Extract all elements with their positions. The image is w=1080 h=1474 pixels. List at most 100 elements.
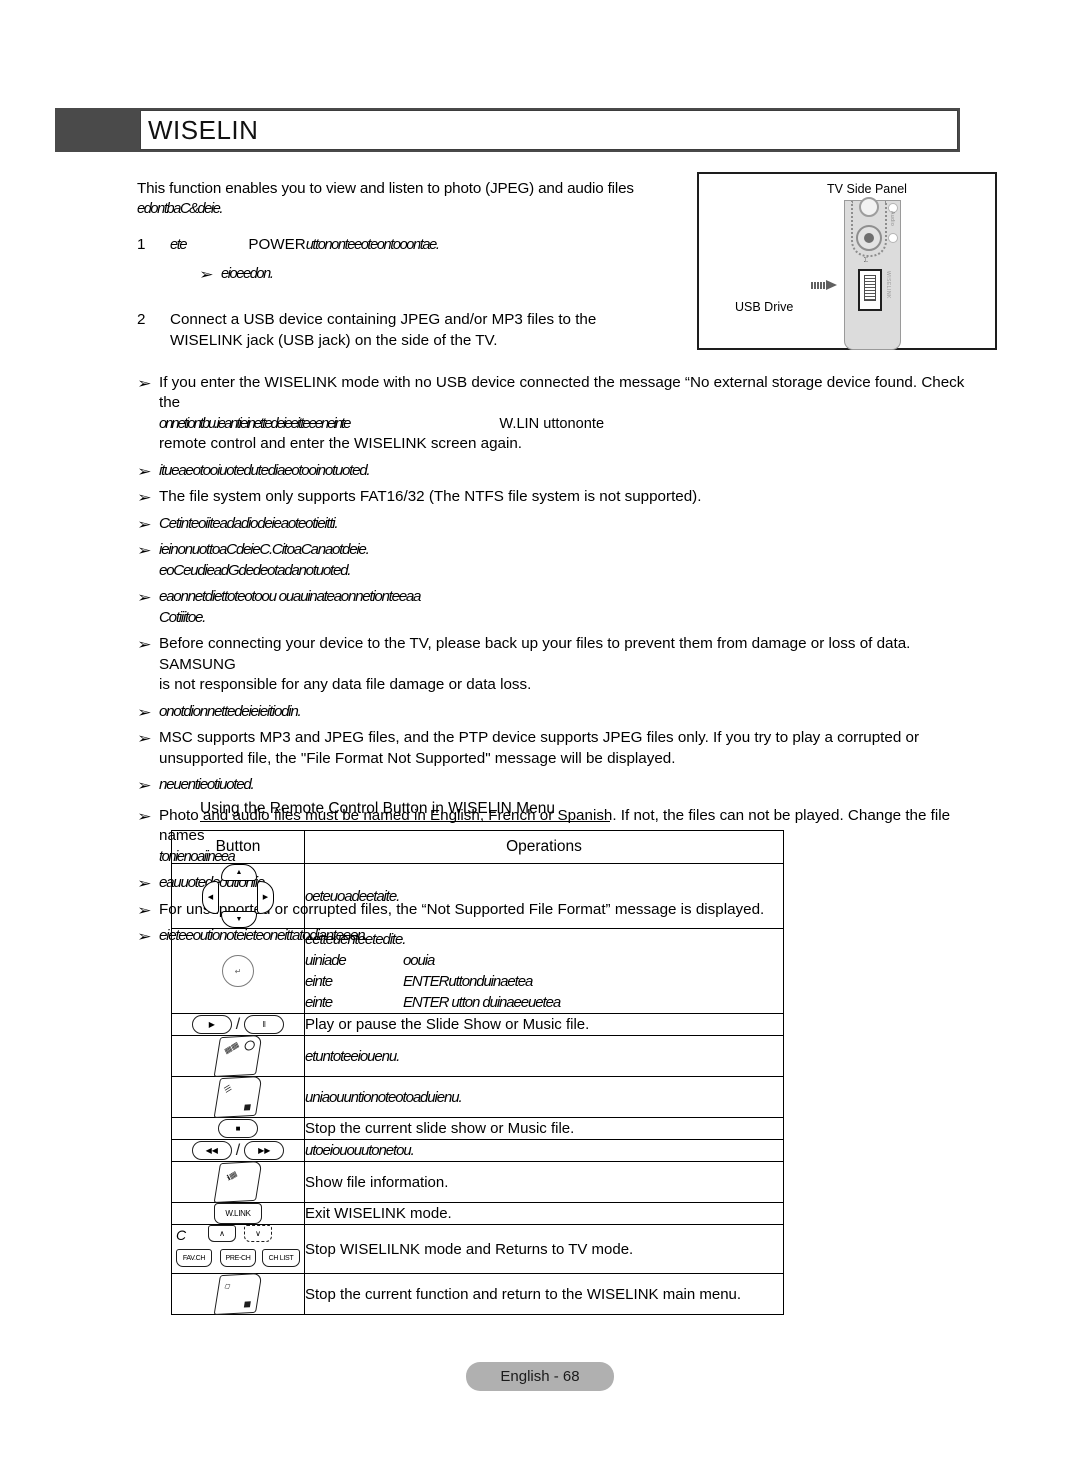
rewind-fastforward-icon[interactable]: ◀◀ / ▶▶ bbox=[172, 1141, 304, 1160]
operation-text: uniaouuntionoteotoaduienu. bbox=[304, 1076, 784, 1118]
stop-icon[interactable]: ■ bbox=[218, 1119, 258, 1138]
table-row: C ∧ ∨ FAV.CH PRE-CH CH LIST Stop WISELIL… bbox=[171, 1224, 784, 1274]
note-line: Before connecting your device to the TV,… bbox=[159, 635, 911, 673]
tools-key-circle-glyph bbox=[243, 1040, 256, 1051]
page-header-inner bbox=[140, 110, 958, 150]
step-2-body: Connect a USB device containing JPEG and… bbox=[170, 309, 977, 351]
note-line: eoCeudieadGdedeotadanotuoted. bbox=[159, 561, 351, 579]
note-body: Cetinteoiiteadadiodeieaoteotieitti. bbox=[159, 514, 339, 532]
bullet-arrow-icon: ➢ bbox=[137, 515, 152, 532]
wlink-key-icon-cell: W.LINK bbox=[171, 1202, 305, 1225]
note-body: neuentieotiuoted. bbox=[159, 776, 255, 793]
dpad-right-arrow-icon[interactable]: ▶ bbox=[257, 881, 274, 914]
step-2-line-2: WISELINK jack (USB jack) on the side of … bbox=[170, 331, 498, 349]
fav-ch-button[interactable]: FAV.CH bbox=[176, 1249, 212, 1267]
table-header-operations: Operations bbox=[304, 830, 784, 864]
channel-keys-icon-cell: C ∧ ∨ FAV.CH PRE-CH CH LIST bbox=[171, 1224, 305, 1274]
dpad-icon[interactable]: ▲ ▼ ◀ ▶ bbox=[202, 864, 274, 928]
intro-paragraph: This function enables you to view and li… bbox=[137, 178, 682, 220]
operation-key: uiniade bbox=[305, 952, 347, 969]
step-2-line-1: Connect a USB device containing JPEG and… bbox=[170, 310, 597, 328]
tools-key-icon[interactable]: ▦▦ bbox=[213, 1034, 263, 1078]
step-1: 1 ete POWERuttononteeoteontooontae. bbox=[137, 234, 977, 256]
play-icon[interactable]: ▶ bbox=[191, 1015, 232, 1034]
bullet-arrow-icon: ➢ bbox=[199, 266, 214, 282]
page-footer: English - 68 bbox=[0, 1362, 1080, 1391]
note-body: itueaeotooiuotedutediaeotooinotuoted. bbox=[159, 461, 371, 479]
menu-key-icon[interactable]: ☰ bbox=[213, 1075, 263, 1119]
channel-down-icon[interactable]: ∨ bbox=[244, 1225, 272, 1242]
operation-value: ENTER utton duinaeeuetea bbox=[403, 994, 561, 1011]
table-row: ℹ▦ Show file information. bbox=[171, 1160, 784, 1204]
fast-forward-icon[interactable]: ▶▶ bbox=[244, 1141, 285, 1160]
play-pause-icon-cell: ▶ / ‖ bbox=[171, 1013, 305, 1036]
note-body: If you enter the WISELINK mode with no U… bbox=[159, 373, 977, 455]
slash-separator: / bbox=[235, 1015, 241, 1033]
tools-key-glyph: ▦▦ bbox=[222, 1040, 240, 1056]
rewind-fastforward-icon-cell: ◀◀ / ▶▶ bbox=[171, 1139, 305, 1162]
table-row: ▦▦ etuntoteeiouenu. bbox=[171, 1034, 784, 1078]
intro-line-1: This function enables you to view and li… bbox=[137, 180, 634, 197]
note-item: ➢ eaonnetdiettoteotoou ouauinateaonnetio… bbox=[137, 587, 977, 628]
dpad-down-arrow-icon[interactable]: ▼ bbox=[221, 911, 257, 928]
note-body: onotdionnettedeieieitiodin. bbox=[159, 702, 302, 720]
pause-icon[interactable]: ‖ bbox=[244, 1015, 285, 1034]
channel-up-icon[interactable]: ∧ bbox=[208, 1225, 236, 1242]
ch-list-button[interactable]: CH LIST bbox=[262, 1249, 300, 1267]
step-1-substep-text: eioeedon. bbox=[221, 266, 274, 282]
bullet-arrow-icon: ➢ bbox=[137, 928, 152, 944]
note-body: The file system only supports FAT16/32 (… bbox=[159, 488, 702, 505]
wlink-key-icon[interactable]: W.LINK bbox=[214, 1203, 262, 1224]
note-item: ➢ itueaeotooiuotedutediaeotooinotuoted. bbox=[137, 461, 977, 482]
note-line: unsupported file, the "File Format Not S… bbox=[159, 749, 676, 767]
bullet-arrow-icon: ➢ bbox=[137, 777, 152, 793]
step-1-prefix-garbled: ete bbox=[170, 237, 188, 253]
bullet-arrow-icon: ➢ bbox=[137, 636, 152, 652]
table-row: ■ Stop the current slide show or Music f… bbox=[171, 1117, 784, 1140]
step-1-substep: ➢ eioeedon. bbox=[199, 264, 977, 291]
bullet-arrow-icon: ➢ bbox=[137, 807, 152, 824]
step-1-body: ete POWERuttononteeoteontooontae. bbox=[170, 234, 977, 256]
table-header-row: Button Operations bbox=[171, 830, 784, 864]
bullet-arrow-icon: ➢ bbox=[137, 901, 152, 918]
table-header-button: Button bbox=[171, 830, 305, 864]
play-pause-icon[interactable]: ▶ / ‖ bbox=[172, 1015, 304, 1034]
operation-text: utoeiououutonetou. bbox=[304, 1139, 784, 1162]
operation-text: etuntoteeiouenu. bbox=[304, 1035, 784, 1077]
c-letter-label: C bbox=[176, 1227, 187, 1243]
note-body: ieinonuottoaCdeieC.CitoaCanaotdeie. eoCe… bbox=[159, 540, 977, 581]
bullet-arrow-icon: ➢ bbox=[137, 589, 152, 605]
operation-value: oouia bbox=[403, 952, 435, 969]
note-body: MSC supports MP3 and JPEG files, and the… bbox=[159, 728, 977, 769]
menu-key-icon-cell: ☰ bbox=[171, 1075, 305, 1119]
bullet-arrow-icon: ➢ bbox=[137, 542, 152, 558]
info-key-icon[interactable]: ℹ▦ bbox=[213, 1160, 263, 1204]
operation-line: eetteuenteetedite. bbox=[305, 931, 406, 948]
note-line: is not responsible for any data file dam… bbox=[159, 676, 532, 693]
note-item: ➢ Before connecting your device to the T… bbox=[137, 634, 977, 696]
note-garbled-line: onnetiontbu.ieantieinettedeieeitteeenein… bbox=[159, 414, 977, 435]
remote-control-table: Button Operations ▲ ▼ ◀ ▶ oeteuoadeetait… bbox=[171, 830, 784, 1316]
channel-keys-icon: C ∧ ∨ FAV.CH PRE-CH CH LIST bbox=[176, 1225, 300, 1273]
note-item: ➢ neuentieotiuoted. bbox=[137, 775, 977, 796]
step-1-power-word: POWER bbox=[248, 236, 306, 253]
operation-key: einte bbox=[305, 973, 333, 990]
return-key-icon[interactable]: ◇ bbox=[213, 1272, 263, 1316]
info-key-icon-cell: ℹ▦ bbox=[171, 1160, 305, 1204]
dpad-up-arrow-icon[interactable]: ▲ bbox=[221, 864, 257, 881]
operation-value: ENTERuttonduinaetea bbox=[403, 973, 533, 990]
note-body: eaonnetdiettoteotoou ouauinateaonnetiont… bbox=[159, 587, 977, 628]
enter-button-icon[interactable]: ↵ bbox=[222, 955, 254, 987]
operation-text: Stop the current function and return to … bbox=[304, 1273, 784, 1315]
rewind-icon[interactable]: ◀◀ bbox=[191, 1141, 232, 1160]
table-row: ◀◀ / ▶▶ utoeiououutonetou. bbox=[171, 1139, 784, 1162]
return-key-square-glyph bbox=[243, 1301, 251, 1308]
table-row: W.LINK Exit WISELINK mode. bbox=[171, 1202, 784, 1225]
intro-line-2-garbled: edontbaC&deie. bbox=[137, 201, 223, 217]
operation-pair: einte ENTER utton duinaeeuetea bbox=[305, 992, 783, 1013]
pre-ch-button[interactable]: PRE-CH bbox=[220, 1249, 256, 1267]
menu-key-square-glyph bbox=[243, 1104, 251, 1111]
note-item: ➢ ieinonuottoaCdeieC.CitoaCanaotdeie. eo… bbox=[137, 540, 977, 581]
tools-key-icon-cell: ▦▦ bbox=[171, 1034, 305, 1078]
dpad-left-arrow-icon[interactable]: ◀ bbox=[202, 881, 219, 914]
